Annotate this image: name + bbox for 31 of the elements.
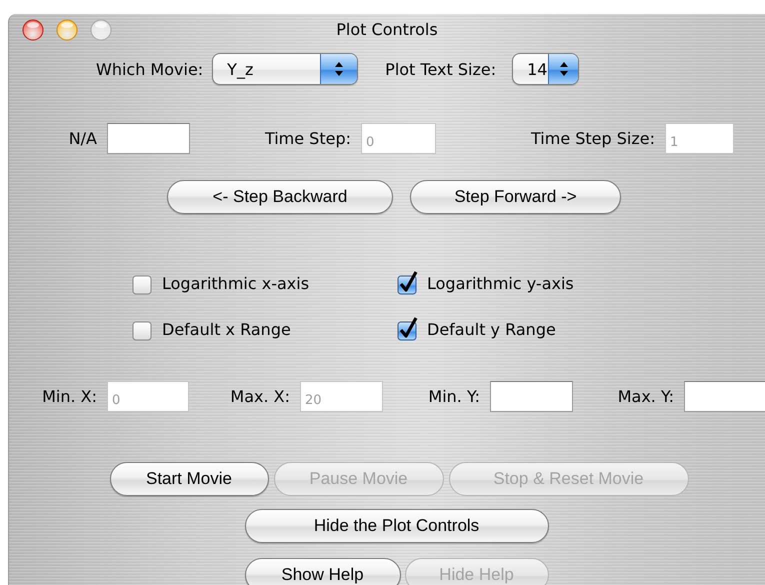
minimize-button[interactable] (56, 18, 78, 40)
field-label: Min. X: (42, 386, 97, 406)
checkbox[interactable] (397, 271, 419, 295)
checkbox[interactable] (397, 317, 419, 341)
dropdown[interactable]: Y_z (212, 53, 358, 85)
field-label: Time Step: (264, 129, 351, 148)
stepper-arrows-icon (334, 61, 344, 77)
field-label: Time Step Size: (531, 129, 655, 148)
input-field[interactable] (684, 380, 765, 412)
checkbox-label: Logarithmic y-axis (427, 274, 574, 292)
push-button[interactable]: Start Movie (110, 462, 268, 496)
push-button[interactable]: Hide the Plot Controls (244, 509, 548, 543)
window-title: Plot Controls (336, 20, 438, 39)
zoom-button[interactable] (90, 18, 112, 40)
dropdown[interactable]: 14 (512, 53, 580, 85)
input-field[interactable] (107, 123, 190, 154)
checkbox-label: Default y Range (427, 320, 556, 338)
close-button[interactable] (22, 18, 44, 40)
field-label: Max. X: (230, 386, 290, 406)
push-button[interactable]: Show Help (244, 558, 400, 585)
popup-label: Plot Text Size: (385, 60, 496, 78)
stepper-arrows-icon (558, 61, 569, 77)
checkbox-label: Logarithmic x-axis (162, 274, 310, 292)
push-button[interactable]: Step Forward -> (410, 180, 621, 214)
field-label: Max. Y: (618, 386, 674, 406)
field-label: Min. Y: (428, 386, 480, 406)
popup-label: Which Movie: (96, 60, 204, 78)
field-label: N/A (68, 129, 97, 148)
input-field[interactable] (490, 380, 573, 412)
push-button[interactable]: <- Step Backward (167, 180, 393, 214)
checkbox-label: Default x Range (162, 320, 291, 338)
